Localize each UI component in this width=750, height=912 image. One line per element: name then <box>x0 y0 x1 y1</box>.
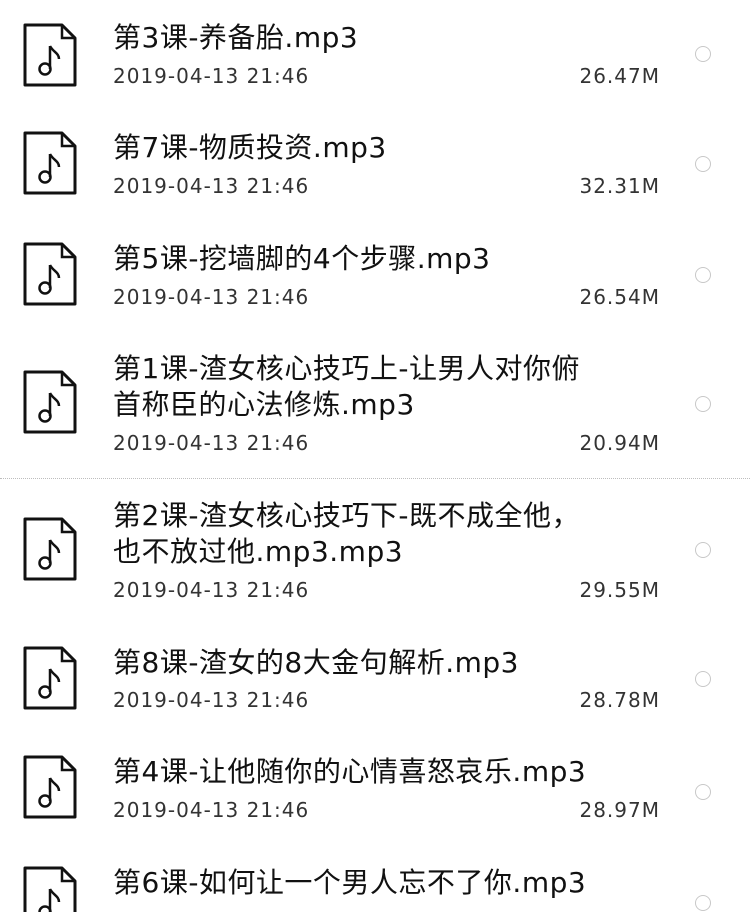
file-size: 32.31M <box>579 174 660 198</box>
file-title: 第4课-让他随你的心情喜怒哀乐.mp3 <box>113 755 587 788</box>
audio-file-icon <box>23 646 77 710</box>
radio-unchecked-icon[interactable] <box>695 784 711 800</box>
file-row[interactable]: 第6课-如何让一个男人忘不了你.mp3 <box>0 843 750 912</box>
file-size: 26.47M <box>579 64 660 88</box>
audio-file-icon <box>23 131 77 195</box>
file-title: 第8课-渣女的8大金句解析.mp3 <box>113 646 519 679</box>
file-date: 2019-04-13 21:46 <box>113 285 310 309</box>
audio-file-icon <box>23 242 77 306</box>
file-row[interactable]: 第7课-物质投资.mp3 2019-04-13 21:46 32.31M <box>0 108 750 219</box>
file-row[interactable]: 第1课-渣女核心技巧上-让男人对你俯 首称臣的心法修炼.mp3 2019-04-… <box>0 329 750 478</box>
file-size: 29.55M <box>579 578 660 602</box>
file-title: 第1课-渣女核心技巧上-让男人对你俯 首称臣的心法修炼.mp3 <box>113 352 581 421</box>
file-date: 2019-04-13 21:46 <box>113 688 310 712</box>
file-size: 28.78M <box>579 688 660 712</box>
audio-file-icon <box>23 866 77 912</box>
file-row[interactable]: 第8课-渣女的8大金句解析.mp3 2019-04-13 21:46 28.78… <box>0 623 750 732</box>
file-title: 第5课-挖墙脚的4个步骤.mp3 <box>113 242 491 275</box>
file-title: 第7课-物质投资.mp3 <box>113 131 387 164</box>
file-date: 2019-04-13 21:46 <box>113 174 310 198</box>
audio-file-icon <box>23 23 77 87</box>
file-list: 第3课-养备胎.mp3 2019-04-13 21:46 26.47M 第7课-… <box>0 0 750 912</box>
radio-unchecked-icon[interactable] <box>695 46 711 62</box>
file-date: 2019-04-13 21:46 <box>113 64 310 88</box>
file-title: 第3课-养备胎.mp3 <box>113 21 359 54</box>
file-row[interactable]: 第2课-渣女核心技巧下-既不成全他， 也不放过他.mp3.mp3 2019-04… <box>0 478 750 623</box>
audio-file-icon <box>23 370 77 434</box>
file-date: 2019-04-13 21:46 <box>113 578 310 602</box>
audio-file-icon <box>23 517 77 581</box>
radio-unchecked-icon[interactable] <box>695 542 711 558</box>
file-row[interactable]: 第5课-挖墙脚的4个步骤.mp3 2019-04-13 21:46 26.54M <box>0 219 750 329</box>
file-date: 2019-04-13 21:46 <box>113 431 310 455</box>
file-date: 2019-04-13 21:46 <box>113 798 310 822</box>
file-row[interactable]: 第4课-让他随你的心情喜怒哀乐.mp3 2019-04-13 21:46 28.… <box>0 732 750 843</box>
file-title: 第2课-渣女核心技巧下-既不成全他， 也不放过他.mp3.mp3 <box>113 499 581 568</box>
file-size: 26.54M <box>579 285 660 309</box>
radio-unchecked-icon[interactable] <box>695 396 711 412</box>
file-row[interactable]: 第3课-养备胎.mp3 2019-04-13 21:46 26.47M <box>0 0 750 108</box>
file-title: 第6课-如何让一个男人忘不了你.mp3 <box>113 866 587 899</box>
radio-unchecked-icon[interactable] <box>695 671 711 687</box>
file-size: 20.94M <box>579 431 660 455</box>
radio-unchecked-icon[interactable] <box>695 267 711 283</box>
radio-unchecked-icon[interactable] <box>695 156 711 172</box>
audio-file-icon <box>23 755 77 819</box>
radio-unchecked-icon[interactable] <box>695 895 711 911</box>
file-size: 28.97M <box>579 798 660 822</box>
